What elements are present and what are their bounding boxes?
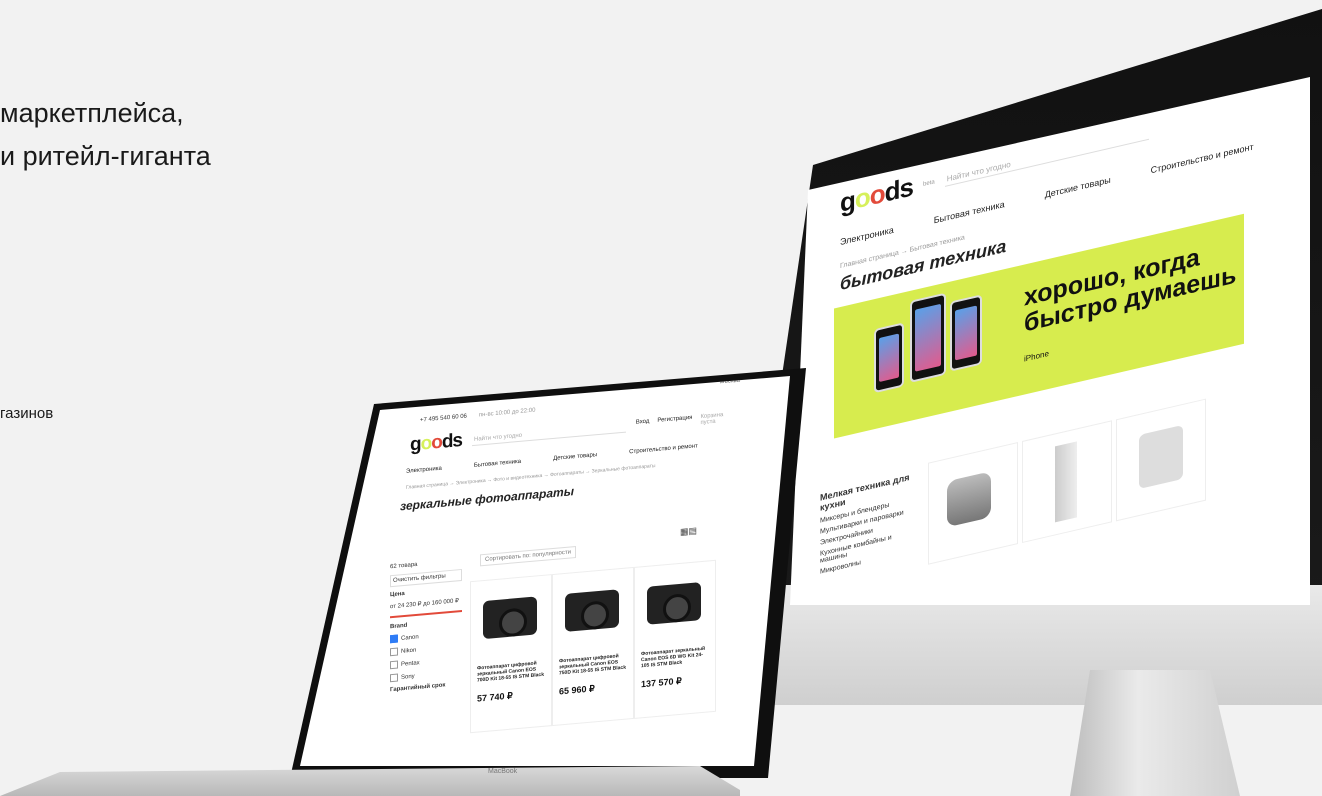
iphone-image: [950, 294, 982, 372]
clear-filters-button[interactable]: Очистить фильтры: [390, 568, 462, 588]
multicooker-image: [947, 471, 991, 528]
brand-label: Brand: [390, 622, 408, 631]
grid-view-icon[interactable]: ▦▤: [680, 525, 697, 537]
product-price: 57 740 ₽: [477, 690, 513, 704]
nav-item-kids[interactable]: Детские товары: [1045, 175, 1111, 200]
product-card[interactable]: Фотоаппарат цифровой зеркальный Canon EO…: [552, 566, 634, 727]
register-link[interactable]: Регистрация: [657, 415, 692, 430]
fridge-image: [1055, 441, 1077, 523]
extra-filter-label[interactable]: Гарантийный срок: [390, 681, 462, 693]
side-note: газинов: [0, 405, 54, 422]
product-card[interactable]: Фотоаппарат зеркальный Canon EOS 6D WG K…: [634, 559, 716, 719]
promo-slogan: хорошо, когда быстро думаешь: [1024, 236, 1236, 338]
brand-option[interactable]: Canon: [390, 629, 462, 644]
camera-image: [483, 596, 537, 640]
product-count: 62 товара: [390, 561, 418, 571]
brand-option[interactable]: Nikon: [390, 642, 462, 657]
product-price: 65 960 ₽: [559, 683, 595, 697]
nav-item-appliances[interactable]: Бытовая техника: [474, 459, 521, 469]
checkbox[interactable]: [390, 673, 398, 683]
camera-image: [565, 589, 619, 632]
login-link[interactable]: Вход: [636, 419, 650, 432]
brand-option-label: Sony: [401, 673, 415, 681]
brand-option-label: Canon: [401, 634, 419, 642]
macbook-label: MacBook: [488, 768, 518, 775]
cart-button[interactable]: Корзина пуста: [700, 411, 740, 426]
price-slider[interactable]: [390, 609, 462, 619]
product-price: 137 570 ₽: [641, 675, 682, 690]
checkbox-checked[interactable]: [390, 634, 398, 644]
iphone-image: [910, 292, 946, 383]
headline: маркетплейса, и ритейл-гиганта: [0, 92, 211, 178]
brand-option[interactable]: Sony: [390, 668, 462, 683]
nav-item-kids[interactable]: Детские товары: [553, 452, 597, 462]
brand-option-label: Pentax: [401, 660, 420, 668]
imac-stand: [1070, 670, 1240, 796]
product-name[interactable]: Фотоаппарат цифровой зеркальный Canon EO…: [559, 653, 627, 676]
search-input[interactable]: Найти что угодно: [472, 421, 626, 446]
promo-caption: iPhone: [1024, 348, 1049, 364]
nav-item-electronics[interactable]: Электроника: [840, 225, 894, 247]
headline-line-1: маркетплейса,: [0, 98, 184, 128]
brand-option-label: Nikon: [401, 647, 417, 655]
product-name[interactable]: Фотоаппарат цифровой зеркальный Canon EO…: [477, 660, 545, 683]
price-to-input[interactable]: до 160 000 ₽: [423, 598, 459, 607]
checkbox[interactable]: [390, 660, 398, 670]
sort-dropdown[interactable]: Сортировать по: популярности: [480, 545, 576, 567]
product-tile-multicooker[interactable]: [928, 441, 1018, 565]
product-tile-washer[interactable]: [1116, 398, 1206, 522]
headline-line-2: и ритейл-гиганта: [0, 141, 211, 171]
filters-panel: 62 товара Очистить фильтры Цена от 24 23…: [390, 558, 462, 698]
nav-item-appliances[interactable]: Бытовая техника: [934, 199, 1005, 225]
brand-option[interactable]: Pentax: [390, 655, 462, 670]
phone-number[interactable]: +7 495 540 60 06: [420, 414, 467, 424]
iphone-image: [874, 322, 904, 394]
category-menu: Мелкая техника для кухни Миксеры и бленд…: [820, 470, 920, 580]
washer-image: [1139, 424, 1183, 490]
checkbox[interactable]: [390, 647, 398, 657]
price-from-input[interactable]: от 24 230 ₽: [390, 601, 421, 610]
nav-item-electronics[interactable]: Электроника: [406, 466, 442, 475]
camera-image: [647, 582, 701, 625]
work-hours: пн-вс 10:00 до 22:00: [478, 407, 536, 419]
goods-logo[interactable]: goods: [410, 430, 462, 457]
product-name[interactable]: Фотоаппарат зеркальный Canon EOS 6D WG K…: [641, 645, 709, 670]
logo-badge: beta: [923, 178, 935, 188]
macbook-base: [0, 766, 740, 796]
nav-item-construction[interactable]: Строительство и ремонт: [629, 443, 698, 455]
price-label: Цена: [390, 590, 405, 599]
product-tile-fridge[interactable]: [1022, 420, 1112, 544]
product-card[interactable]: Фотоаппарат цифровой зеркальный Canon EO…: [470, 574, 552, 734]
